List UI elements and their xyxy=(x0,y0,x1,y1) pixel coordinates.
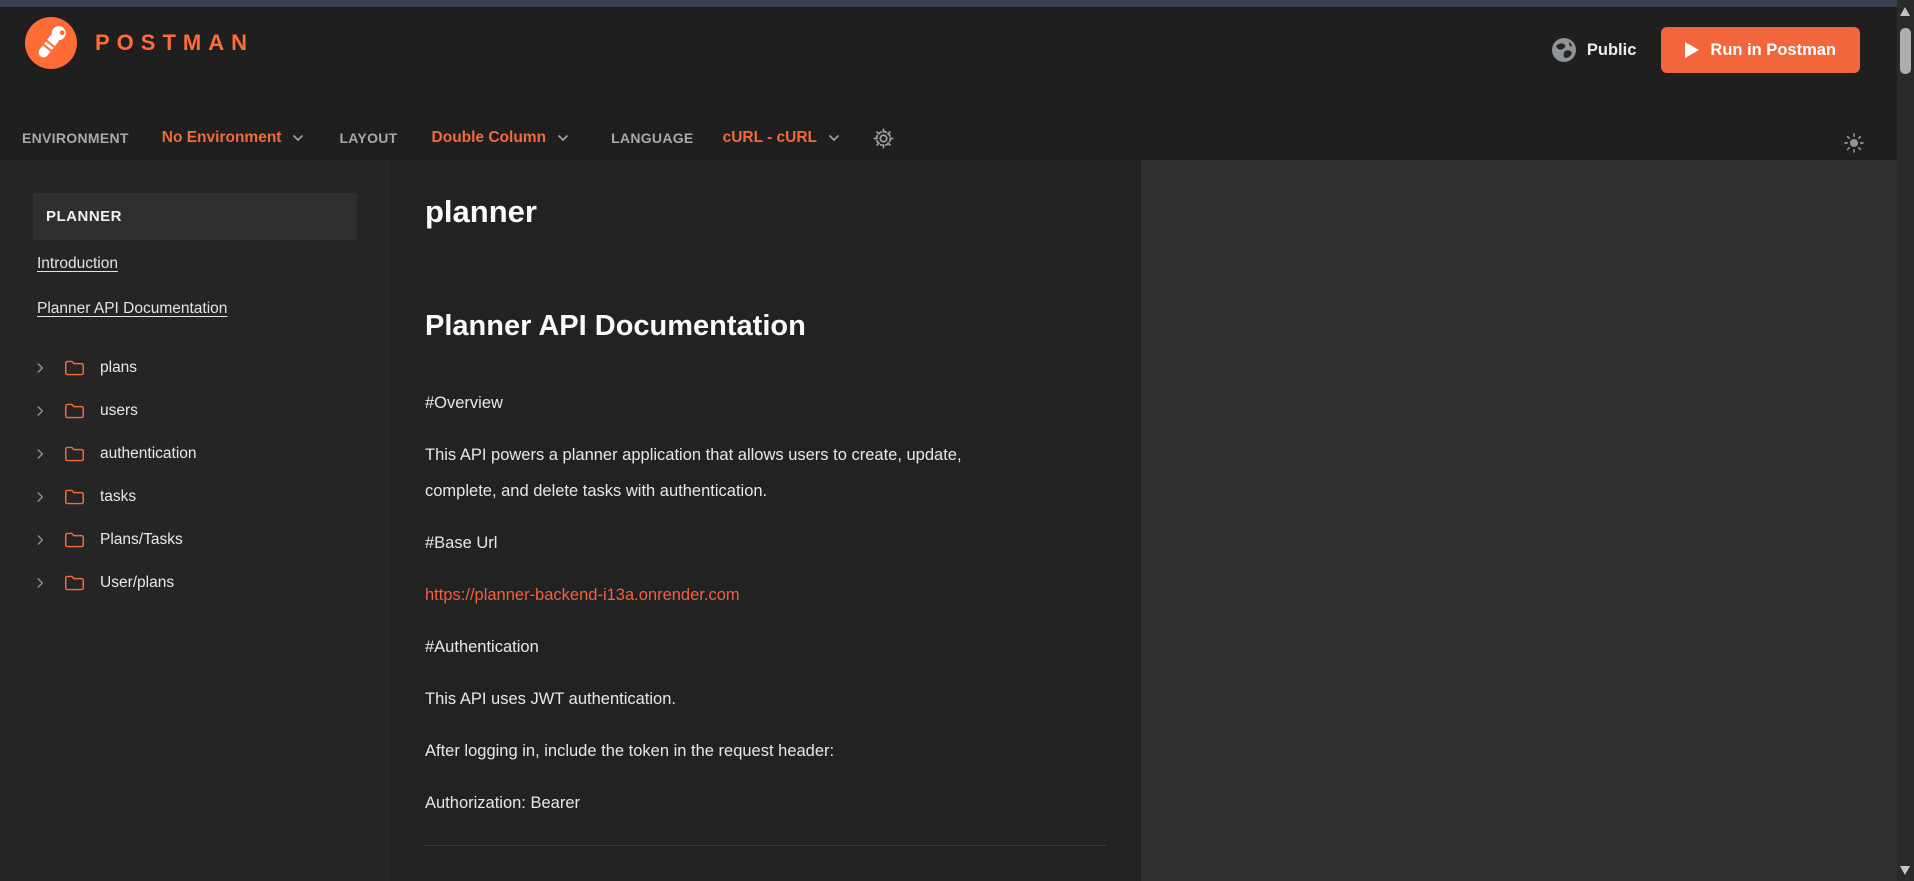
postman-brand[interactable]: POSTMAN xyxy=(25,17,254,69)
doc-settings-toolbar: ENVIRONMENT No Environment LAYOUT Double… xyxy=(22,120,895,156)
environment-dropdown[interactable]: No Environment xyxy=(162,129,307,147)
folder-icon xyxy=(64,531,85,549)
chevron-right-icon xyxy=(33,533,47,547)
section-divider xyxy=(425,845,1106,846)
sun-icon xyxy=(1844,133,1864,153)
chevron-down-icon xyxy=(829,135,839,141)
environment-label: ENVIRONMENT xyxy=(22,130,129,146)
theme-toggle-button[interactable] xyxy=(1843,132,1865,159)
top-accent-strip xyxy=(0,0,1914,7)
chevron-down-icon xyxy=(293,135,304,141)
run-in-postman-button[interactable]: Run in Postman xyxy=(1661,27,1860,73)
layout-label: LAYOUT xyxy=(339,130,398,146)
doc-content: planner Planner API Documentation #Overv… xyxy=(390,160,1141,881)
folder-label: users xyxy=(100,401,138,419)
chevron-right-icon xyxy=(33,447,47,461)
chevron-right-icon xyxy=(33,361,47,375)
authorization-text: Authorization: Bearer xyxy=(425,794,581,812)
scrollbar-thumb[interactable] xyxy=(1900,28,1911,74)
gear-icon xyxy=(873,128,894,148)
folder-label: authentication xyxy=(100,444,197,462)
language-value: cURL - cURL xyxy=(722,129,818,146)
doc-heading: Planner API Documentation xyxy=(425,310,806,342)
visibility-badge: Public xyxy=(1586,40,1637,59)
folder-icon xyxy=(64,445,85,463)
sidebar-folder-user-plans[interactable]: User/plans xyxy=(0,561,390,604)
chevron-right-icon xyxy=(33,404,47,418)
folder-label: plans xyxy=(100,358,138,376)
brand-wordmark: POSTMAN xyxy=(95,30,254,55)
environment-value: No Environment xyxy=(161,129,282,146)
sidebar-folder-users[interactable]: users xyxy=(0,389,390,432)
language-dropdown[interactable]: cURL - cURL xyxy=(723,129,842,147)
scroll-up-arrow-icon[interactable] xyxy=(1900,7,1910,16)
sidebar-folder-plans-tasks[interactable]: Plans/Tasks xyxy=(0,518,390,561)
authentication-label: #Authentication xyxy=(425,638,539,656)
settings-gear-button[interactable] xyxy=(872,127,895,150)
folder-icon xyxy=(64,488,85,506)
folder-icon xyxy=(64,359,85,377)
sidebar-folder-plans[interactable]: plans xyxy=(0,346,390,389)
header-right-cluster: Public Run in Postman xyxy=(1551,27,1860,73)
token-hint-text: After logging in, include the token in t… xyxy=(425,742,835,760)
folder-icon xyxy=(64,574,85,592)
sidebar-link-planner-api-documentation[interactable]: Planner API Documentation xyxy=(37,300,227,318)
chevron-right-icon xyxy=(33,576,47,590)
sidebar-folder-list: plans users authentication tasks Plans/T… xyxy=(0,346,390,604)
page-title: planner xyxy=(425,194,537,229)
language-label: LANGUAGE xyxy=(611,130,694,146)
layout-value: Double Column xyxy=(431,129,547,146)
folder-label: Plans/Tasks xyxy=(100,530,183,548)
sidebar-folder-authentication[interactable]: authentication xyxy=(0,432,390,475)
folder-label: User/plans xyxy=(100,573,175,591)
layout-dropdown[interactable]: Double Column xyxy=(432,129,572,147)
postman-logo-icon xyxy=(25,17,77,69)
sidebar-links: Introduction Planner API Documentation xyxy=(37,255,227,345)
header: POSTMAN Public Run in Postman ENVIRONMEN… xyxy=(0,7,1897,160)
sidebar-link-introduction[interactable]: Introduction xyxy=(37,255,227,273)
chevron-down-icon xyxy=(558,135,568,141)
base-url-label: #Base Url xyxy=(425,534,498,552)
overview-text: This API powers a planner application th… xyxy=(425,446,962,500)
play-icon xyxy=(1685,42,1700,58)
scroll-down-arrow-icon[interactable] xyxy=(1900,866,1910,875)
overview-label: #Overview xyxy=(425,394,503,412)
sidebar-item-collection[interactable]: PLANNER xyxy=(33,193,357,240)
run-button-label: Run in Postman xyxy=(1710,40,1836,59)
collection-name: PLANNER xyxy=(46,208,123,225)
folder-label: tasks xyxy=(100,487,137,505)
sidebar-folder-tasks[interactable]: tasks xyxy=(0,475,390,518)
globe-icon xyxy=(1551,38,1576,62)
code-panel-empty xyxy=(1141,160,1897,881)
doc-sidebar: PLANNER Introduction Planner API Documen… xyxy=(0,160,390,881)
authentication-text: This API uses JWT authentication. xyxy=(425,690,676,708)
folder-icon xyxy=(64,402,85,420)
base-url-link[interactable]: https://planner-backend-i13a.onrender.co… xyxy=(425,586,740,604)
chevron-right-icon xyxy=(33,490,47,504)
page-scrollbar[interactable] xyxy=(1897,0,1914,881)
